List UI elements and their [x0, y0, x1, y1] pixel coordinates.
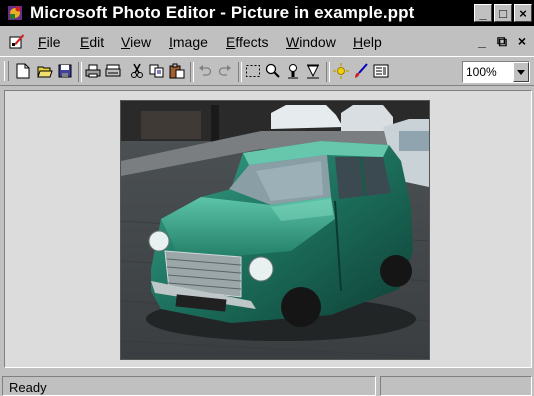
toolbar-separator [78, 62, 82, 82]
menu-image[interactable]: Image [169, 34, 208, 50]
zoom-value: 100% [466, 65, 497, 79]
smudge-icon[interactable] [284, 62, 302, 80]
copy-icon[interactable] [148, 62, 166, 80]
menu-edit[interactable]: Edit [80, 34, 104, 50]
status-right-pane [380, 376, 532, 396]
green-mini-car-photo[interactable] [120, 100, 430, 360]
cut-icon[interactable] [128, 62, 146, 80]
toolbar-separator [190, 62, 194, 82]
sharpen-icon[interactable] [304, 62, 322, 80]
doc-restore-button[interactable]: ⧉ [494, 34, 510, 50]
balance-icon[interactable] [332, 62, 350, 80]
menu-bar: File Edit View Image Effects Window Help… [0, 28, 534, 54]
close-button[interactable]: × [514, 4, 532, 22]
zoom-select[interactable]: 100% [462, 61, 530, 83]
paintbrush-icon[interactable] [352, 62, 370, 80]
new-icon[interactable] [14, 62, 32, 80]
photo-editor-app-icon[interactable] [6, 4, 24, 22]
title-bar[interactable]: Microsoft Photo Editor - Picture in exam… [0, 0, 534, 26]
doc-close-button[interactable]: × [514, 34, 530, 50]
menu-effects[interactable]: Effects [226, 34, 269, 50]
properties-icon[interactable] [372, 62, 390, 80]
scan-icon[interactable] [104, 62, 122, 80]
photo-editor-window: Microsoft Photo Editor - Picture in exam… [0, 0, 534, 396]
toolbar-separator [326, 62, 330, 82]
document-icon[interactable] [8, 32, 26, 50]
status-bar: Ready [0, 372, 534, 396]
menu-window[interactable]: Window [286, 34, 336, 50]
doc-minimize-button[interactable]: _ [474, 34, 490, 50]
save-icon[interactable] [56, 62, 74, 80]
toolbar-grip[interactable] [4, 61, 9, 81]
toolbar-separator [238, 62, 242, 82]
menu-view[interactable]: View [121, 34, 151, 50]
maximize-button[interactable]: □ [494, 4, 512, 22]
window-title: Microsoft Photo Editor - Picture in exam… [30, 3, 415, 22]
paste-icon[interactable] [168, 62, 186, 80]
minimize-button[interactable]: _ [474, 4, 492, 22]
undo-icon[interactable] [196, 62, 214, 80]
select-icon[interactable] [244, 62, 262, 80]
print-icon[interactable] [84, 62, 102, 80]
status-text: Ready [2, 376, 376, 396]
menu-file[interactable]: File [38, 34, 61, 50]
redo-icon[interactable] [216, 62, 234, 80]
zoom-dropdown-button[interactable] [513, 62, 529, 82]
zoom-icon[interactable] [264, 62, 282, 80]
standard-toolbar: 100% [0, 56, 534, 86]
open-icon[interactable] [36, 62, 54, 80]
menu-help[interactable]: Help [353, 34, 382, 50]
